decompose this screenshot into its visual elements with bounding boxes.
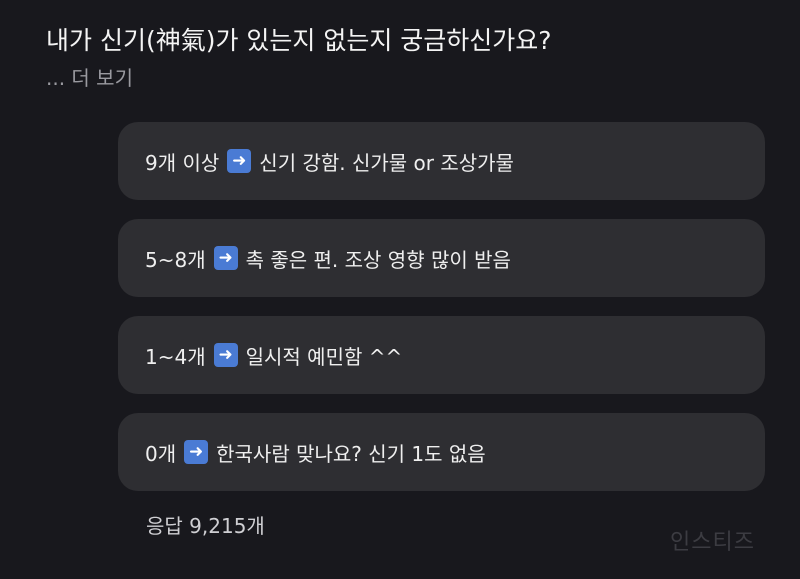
option-label-after: 신기 강함. 신가물 or 조상가물 — [259, 150, 514, 175]
poll-option-2[interactable]: 5~8개 ➜ 촉 좋은 편. 조상 영향 많이 받음 — [118, 219, 765, 297]
right-arrow-icon: ➜ — [227, 149, 252, 173]
right-arrow-icon: ➜ — [213, 343, 238, 367]
more-link[interactable]: ... 더 보기 — [46, 64, 133, 92]
option-label-before: 1~4개 — [145, 344, 206, 369]
right-arrow-icon: ➜ — [213, 246, 238, 270]
option-label-before: 9개 이상 — [145, 150, 220, 175]
poll-question: 내가 신기(神氣)가 있는지 없는지 궁금하신가요? — [46, 26, 552, 55]
option-label-before: 5~8개 — [145, 247, 206, 272]
poll-option-1[interactable]: 9개 이상 ➜ 신기 강함. 신가물 or 조상가물 — [118, 122, 765, 200]
poll-option-3[interactable]: 1~4개 ➜ 일시적 예민함 ^^ — [118, 316, 765, 394]
response-count: 응답 9,215개 — [146, 514, 265, 538]
poll-options: 9개 이상 ➜ 신기 강함. 신가물 or 조상가물 5~8개 ➜ 촉 좋은 편… — [118, 122, 765, 510]
option-label-after: 한국사람 맞나요? 신기 1도 없음 — [216, 441, 486, 466]
option-label-after: 촉 좋은 편. 조상 영향 많이 받음 — [245, 247, 511, 272]
poll-option-4[interactable]: 0개 ➜ 한국사람 맞나요? 신기 1도 없음 — [118, 413, 765, 491]
option-label-before: 0개 — [145, 441, 177, 466]
right-arrow-icon: ➜ — [184, 440, 209, 464]
site-watermark: 인스티즈 — [670, 530, 755, 555]
option-label-after: 일시적 예민함 ^^ — [245, 344, 403, 369]
